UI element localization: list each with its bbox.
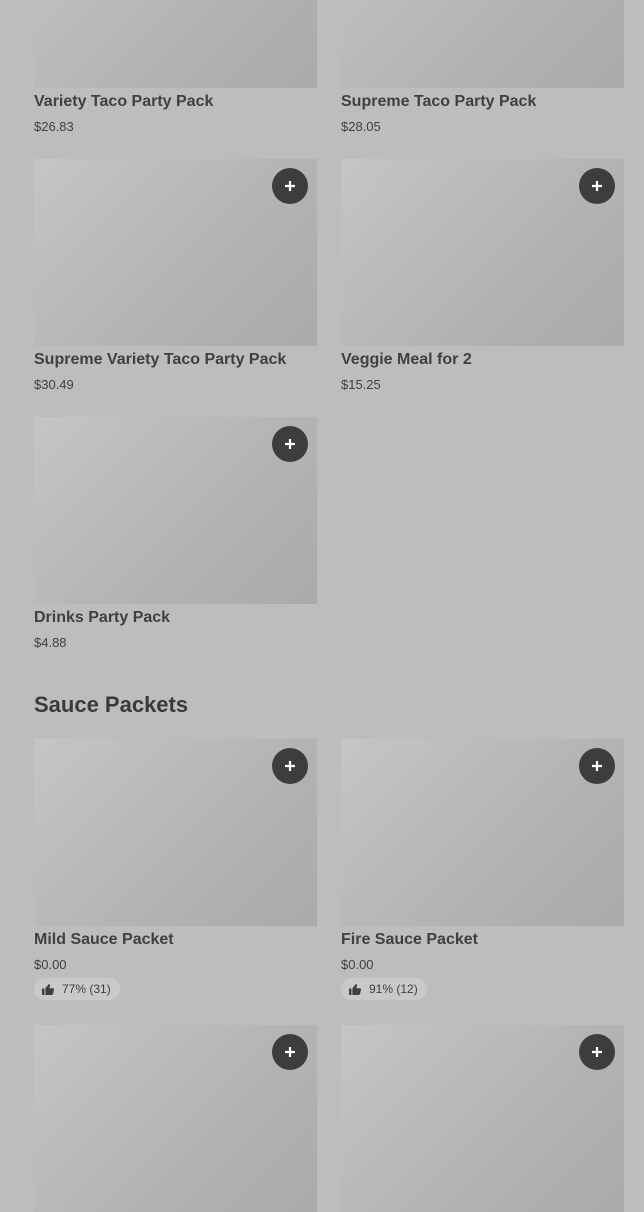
item-name: Drinks Party Pack — [34, 609, 171, 626]
thumbs-up-icon — [349, 983, 361, 995]
item-name: Variety Taco Party Pack — [34, 93, 214, 110]
rating-badge: 77% (31) — [34, 978, 120, 1000]
add-to-cart-button[interactable] — [272, 168, 308, 204]
rating-text: 91% (12) — [369, 982, 418, 996]
add-to-cart-button[interactable] — [579, 168, 615, 204]
rating-badge: 91% (12) — [341, 978, 427, 1000]
thumbs-up-icon — [42, 983, 54, 995]
item-name: Fire Sauce Packet — [341, 931, 478, 948]
item-price: $26.83 — [34, 119, 74, 134]
item-image[interactable] — [34, 0, 317, 88]
add-to-cart-button[interactable] — [272, 426, 308, 462]
add-to-cart-button[interactable] — [579, 1034, 615, 1070]
plus-icon — [592, 1047, 602, 1057]
item-name: Mild Sauce Packet — [34, 931, 174, 948]
item-price: $28.05 — [341, 119, 381, 134]
plus-icon — [592, 181, 602, 191]
item-name: Supreme Taco Party Pack — [341, 93, 537, 110]
item-price: $15.25 — [341, 377, 381, 392]
rating-text: 77% (31) — [62, 982, 111, 996]
plus-icon — [285, 1047, 295, 1057]
plus-icon — [285, 181, 295, 191]
item-price: $30.49 — [34, 377, 74, 392]
section-title: Sauce Packets — [34, 692, 189, 717]
add-to-cart-button[interactable] — [272, 748, 308, 784]
item-name: Supreme Variety Taco Party Pack — [34, 351, 287, 368]
plus-icon — [592, 761, 602, 771]
add-to-cart-button[interactable] — [579, 748, 615, 784]
item-image[interactable] — [341, 0, 624, 88]
item-name: Veggie Meal for 2 — [341, 351, 472, 368]
plus-icon — [285, 761, 295, 771]
add-to-cart-button[interactable] — [272, 1034, 308, 1070]
item-price: $0.00 — [341, 957, 374, 972]
item-price: $0.00 — [34, 957, 67, 972]
item-price: $4.88 — [34, 635, 67, 650]
plus-icon — [285, 439, 295, 449]
